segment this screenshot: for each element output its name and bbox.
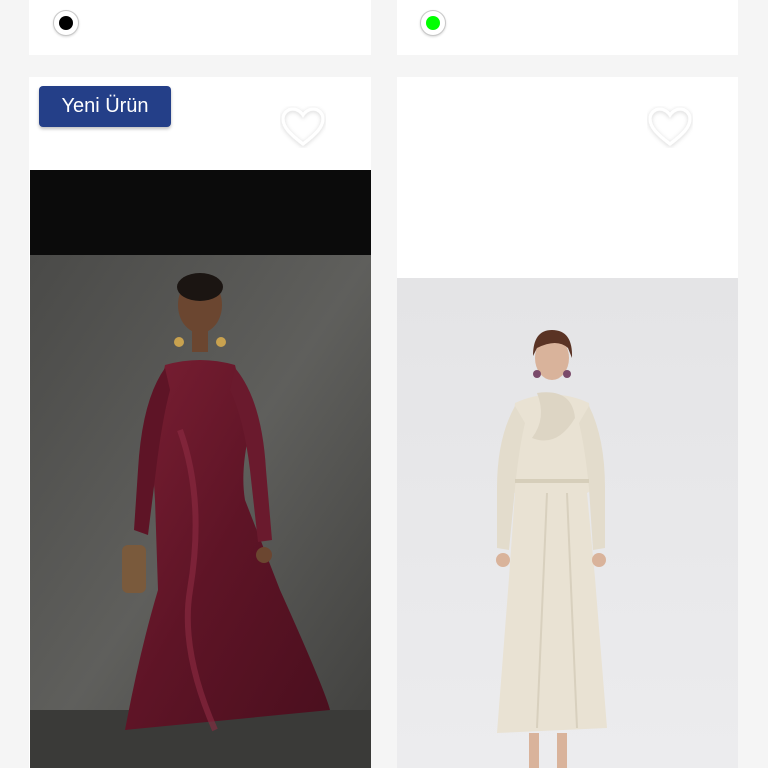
color-swatch-black[interactable] (53, 10, 79, 36)
favorite-heart-icon[interactable] (279, 103, 327, 151)
burgundy-dress-photo (30, 170, 371, 768)
product-card-top-left[interactable] (29, 0, 371, 55)
favorite-heart-icon[interactable] (646, 103, 694, 151)
cream-dress-photo (397, 278, 738, 768)
swatch-dot (426, 16, 440, 30)
product-image-cream-dress[interactable] (397, 278, 738, 768)
new-product-badge: Yeni Ürün (39, 86, 171, 127)
product-card-top-right[interactable] (397, 0, 738, 55)
product-image-burgundy-dress[interactable] (30, 170, 371, 768)
heart-outline-icon (281, 107, 325, 146)
color-swatch-green[interactable] (420, 10, 446, 36)
heart-outline-icon (648, 107, 692, 146)
swatch-dot (59, 16, 73, 30)
